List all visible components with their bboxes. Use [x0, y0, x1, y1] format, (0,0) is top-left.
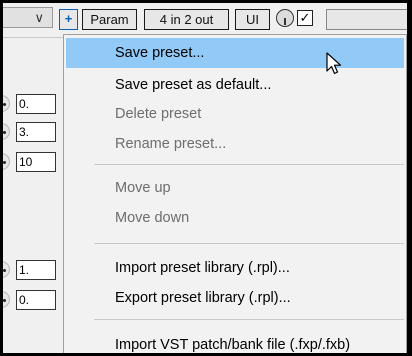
- menu-separator: [94, 319, 404, 320]
- toolbar-divider: [3, 37, 63, 38]
- mouse-pointer-icon: [326, 52, 342, 75]
- menu-item-export-library[interactable]: Export preset library (.rpl)...: [64, 283, 406, 313]
- menu-item-delete-preset[interactable]: Delete preset: [64, 99, 406, 129]
- menu-item-save-preset-default[interactable]: Save preset as default...: [64, 70, 406, 100]
- ui-button[interactable]: UI: [235, 9, 270, 30]
- enable-checkbox[interactable]: ✓: [297, 10, 313, 26]
- preset-context-menu: Save preset... Save preset as default...…: [63, 34, 407, 353]
- param-button[interactable]: Param: [82, 9, 137, 30]
- menu-item-move-down[interactable]: Move down: [64, 203, 406, 233]
- param-row: 0.: [3, 93, 63, 115]
- chevron-down-icon: ∨: [34, 10, 44, 25]
- param-knob-icon[interactable]: [3, 153, 10, 170]
- param-row: 3.: [3, 121, 63, 143]
- param-value-field[interactable]: 0.: [16, 94, 56, 114]
- menu-item-move-up[interactable]: Move up: [64, 173, 406, 203]
- param-knob-icon[interactable]: [3, 123, 10, 140]
- param-value-field[interactable]: 3.: [16, 122, 56, 142]
- menu-separator: [94, 243, 404, 244]
- preset-menu-button[interactable]: +: [59, 9, 78, 30]
- menu-item-rename-preset[interactable]: Rename preset...: [64, 129, 406, 159]
- param-row: 1.: [3, 259, 63, 281]
- menu-separator: [94, 164, 404, 165]
- menu-item-import-vst[interactable]: Import VST patch/bank file (.fxp/.fxb): [64, 330, 406, 353]
- param-value-field[interactable]: 0.: [16, 290, 56, 310]
- param-row: 10: [3, 151, 63, 173]
- param-knob-icon[interactable]: [3, 291, 10, 308]
- param-knob-icon[interactable]: [3, 95, 10, 112]
- preset-dropdown[interactable]: ∨: [3, 7, 53, 28]
- toolbar-right-control[interactable]: [326, 9, 407, 30]
- param-value-field[interactable]: 10: [16, 152, 56, 172]
- menu-item-import-library[interactable]: Import preset library (.rpl)...: [64, 253, 406, 283]
- param-value-field[interactable]: 1.: [16, 260, 56, 280]
- fx-window: ∨ + Param 4 in 2 out UI ✓ 0. 3. 10 1. 0.…: [3, 3, 407, 353]
- param-row: 0.: [3, 289, 63, 311]
- io-routing-button[interactable]: 4 in 2 out: [144, 9, 229, 30]
- param-knob-icon[interactable]: [3, 261, 10, 278]
- wet-knob-icon[interactable]: [276, 9, 294, 27]
- menu-item-save-preset[interactable]: Save preset...: [66, 38, 404, 68]
- fx-toolbar: ∨ + Param 4 in 2 out UI ✓: [3, 3, 407, 33]
